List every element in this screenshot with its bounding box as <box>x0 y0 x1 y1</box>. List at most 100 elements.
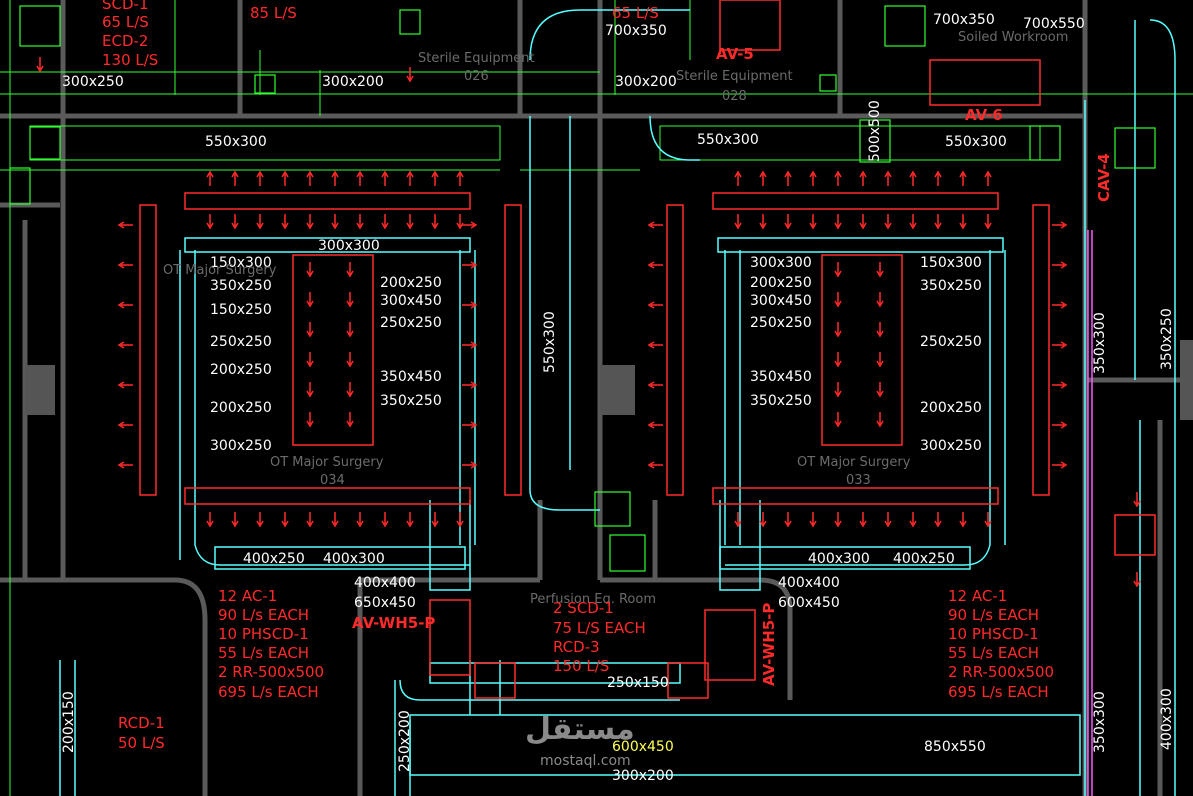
duct-size[interactable]: 300x200 <box>322 75 384 89</box>
airflow-arrow-icon <box>1052 301 1068 309</box>
duct-size[interactable]: 400x250 <box>243 552 305 566</box>
airflow-tl-1: SCD-1 <box>102 0 149 13</box>
airflow-arrow-icon <box>759 214 767 230</box>
duct-size[interactable]: 550x300 <box>945 135 1007 149</box>
airflow-arrow-icon <box>1052 221 1068 229</box>
airflow-arrow-icon <box>206 214 214 230</box>
duct-size[interactable]: 400x400 <box>778 576 840 590</box>
airflow-arrow-icon <box>331 214 339 230</box>
duct-size[interactable]: 600x450 <box>778 596 840 610</box>
duct-size[interactable]: 300x450 <box>750 294 812 308</box>
unit-av6[interactable]: AV-6 <box>965 108 1003 123</box>
room-label: OT Major Surgery <box>797 455 911 470</box>
duct-size[interactable]: 200x250 <box>750 276 812 290</box>
airflow-arrow-icon <box>256 170 264 186</box>
duct-size[interactable]: 350x250 <box>380 394 442 408</box>
duct-size[interactable]: 350x250 <box>920 279 982 293</box>
duct-size[interactable]: 850x550 <box>924 740 986 754</box>
airflow-arrow-icon <box>809 512 817 528</box>
duct-size[interactable]: 400x300 <box>1159 688 1175 750</box>
airflow-arrow-icon <box>959 170 967 186</box>
duct-size[interactable]: 300x250 <box>62 75 124 89</box>
duct-size[interactable]: 250x250 <box>920 335 982 349</box>
duct-size[interactable]: 500x500 <box>867 100 883 162</box>
airflow-arrow-icon <box>834 262 842 278</box>
airflow-arrow-icon <box>959 512 967 528</box>
duct-size[interactable]: 250x200 <box>397 710 413 772</box>
duct-size[interactable]: 400x300 <box>323 552 385 566</box>
duct-size[interactable]: 400x300 <box>808 552 870 566</box>
duct-size[interactable]: 200x250 <box>380 276 442 290</box>
airflow-arrow-icon <box>356 170 364 186</box>
airflow-perf: RCD-3 <box>553 638 600 656</box>
unit-avwh-right[interactable]: AV-WH5-P <box>760 603 778 686</box>
duct-size[interactable]: 150x300 <box>920 256 982 270</box>
duct-size[interactable]: 300x250 <box>210 439 272 453</box>
duct-size[interactable]: 350x250 <box>210 279 272 293</box>
duct-size[interactable]: 350x300 <box>1092 312 1108 374</box>
duct-size[interactable]: 350x300 <box>1092 691 1108 753</box>
room-label: Sterile Equipment <box>418 51 535 66</box>
airflow-arrow-icon <box>231 512 239 528</box>
duct-size[interactable]: 200x250 <box>210 363 272 377</box>
duct-size[interactable]: 350x450 <box>750 370 812 384</box>
duct-size[interactable]: 200x250 <box>920 401 982 415</box>
airflow-arrow-icon <box>306 262 314 278</box>
duct-size[interactable]: 200x250 <box>210 401 272 415</box>
duct-size[interactable]: 350x250 <box>1159 308 1175 370</box>
duct-size[interactable]: 550x300 <box>542 311 558 373</box>
duct-size[interactable]: 250x250 <box>210 335 272 349</box>
airflow-arrow-icon <box>834 512 842 528</box>
airflow-arrow-icon <box>306 170 314 186</box>
airflow-arrow-icon <box>36 57 44 73</box>
duct-size[interactable]: 400x250 <box>893 552 955 566</box>
duct-size[interactable]: 700x350 <box>933 13 995 27</box>
duct-size[interactable]: 400x400 <box>354 576 416 590</box>
cad-drawing-viewport[interactable]: SCD-1 65 L/S ECD-2 130 L/S 85 L/S 65 L/S… <box>0 0 1193 796</box>
duct-size[interactable]: 250x250 <box>380 316 442 330</box>
duct-size[interactable]: 300x200 <box>615 75 677 89</box>
airflow-arrow-icon <box>647 221 663 229</box>
airflow-arrow-icon <box>231 214 239 230</box>
duct-size[interactable]: 200x150 <box>61 691 77 753</box>
duct-size[interactable]: 350x250 <box>750 394 812 408</box>
duct-size[interactable]: 250x250 <box>750 316 812 330</box>
airflow-arrow-icon <box>1052 421 1068 429</box>
airflow-arrow-icon <box>1052 261 1068 269</box>
duct-size[interactable]: 300x450 <box>380 294 442 308</box>
airflow-perf: 75 L/S EACH <box>553 619 646 637</box>
duct-size[interactable]: 700x350 <box>605 24 667 38</box>
duct-size[interactable]: 250x150 <box>607 676 669 690</box>
airflow-arrow-icon <box>206 170 214 186</box>
duct-size[interactable]: 300x300 <box>750 256 812 270</box>
room-label: OT Major Surgery <box>270 455 384 470</box>
duct-size[interactable]: 300x300 <box>318 239 380 253</box>
duct-size[interactable]: 550x300 <box>205 135 267 149</box>
airflow-arrow-icon <box>456 170 464 186</box>
airflow-arrow-icon <box>406 214 414 230</box>
airflow-arrow-icon <box>462 381 478 389</box>
airflow-arrow-icon <box>117 421 133 429</box>
duct-size[interactable]: 700x550 <box>1023 17 1085 31</box>
duct-size[interactable]: 550x300 <box>697 133 759 147</box>
airflow-arrow-icon <box>331 170 339 186</box>
duct-size[interactable]: 350x450 <box>380 370 442 384</box>
airflow-arrow-icon <box>281 512 289 528</box>
schedule-left: 695 L/s EACH <box>218 683 319 701</box>
duct-size[interactable]: 650x450 <box>354 596 416 610</box>
duct-size[interactable]: 300x250 <box>920 439 982 453</box>
unit-cav4[interactable]: CAV-4 <box>1095 153 1113 202</box>
airflow-arrow-icon <box>117 461 133 469</box>
airflow-arrow-icon <box>784 512 792 528</box>
unit-avwh-left[interactable]: AV-WH5-P <box>352 616 435 631</box>
airflow-arrow-icon <box>809 170 817 186</box>
duct-size[interactable]: 150x250 <box>210 303 272 317</box>
unit-av5[interactable]: AV-5 <box>716 47 754 62</box>
room-label: OT Major Surgery <box>163 263 277 278</box>
airflow-arrow-icon <box>934 512 942 528</box>
airflow-arrow-icon <box>834 352 842 368</box>
duct-size[interactable]: 300x200 <box>612 769 674 783</box>
airflow-arrow-icon <box>456 214 464 230</box>
airflow-arrow-icon <box>462 221 478 229</box>
room-number: 034 <box>320 473 345 488</box>
